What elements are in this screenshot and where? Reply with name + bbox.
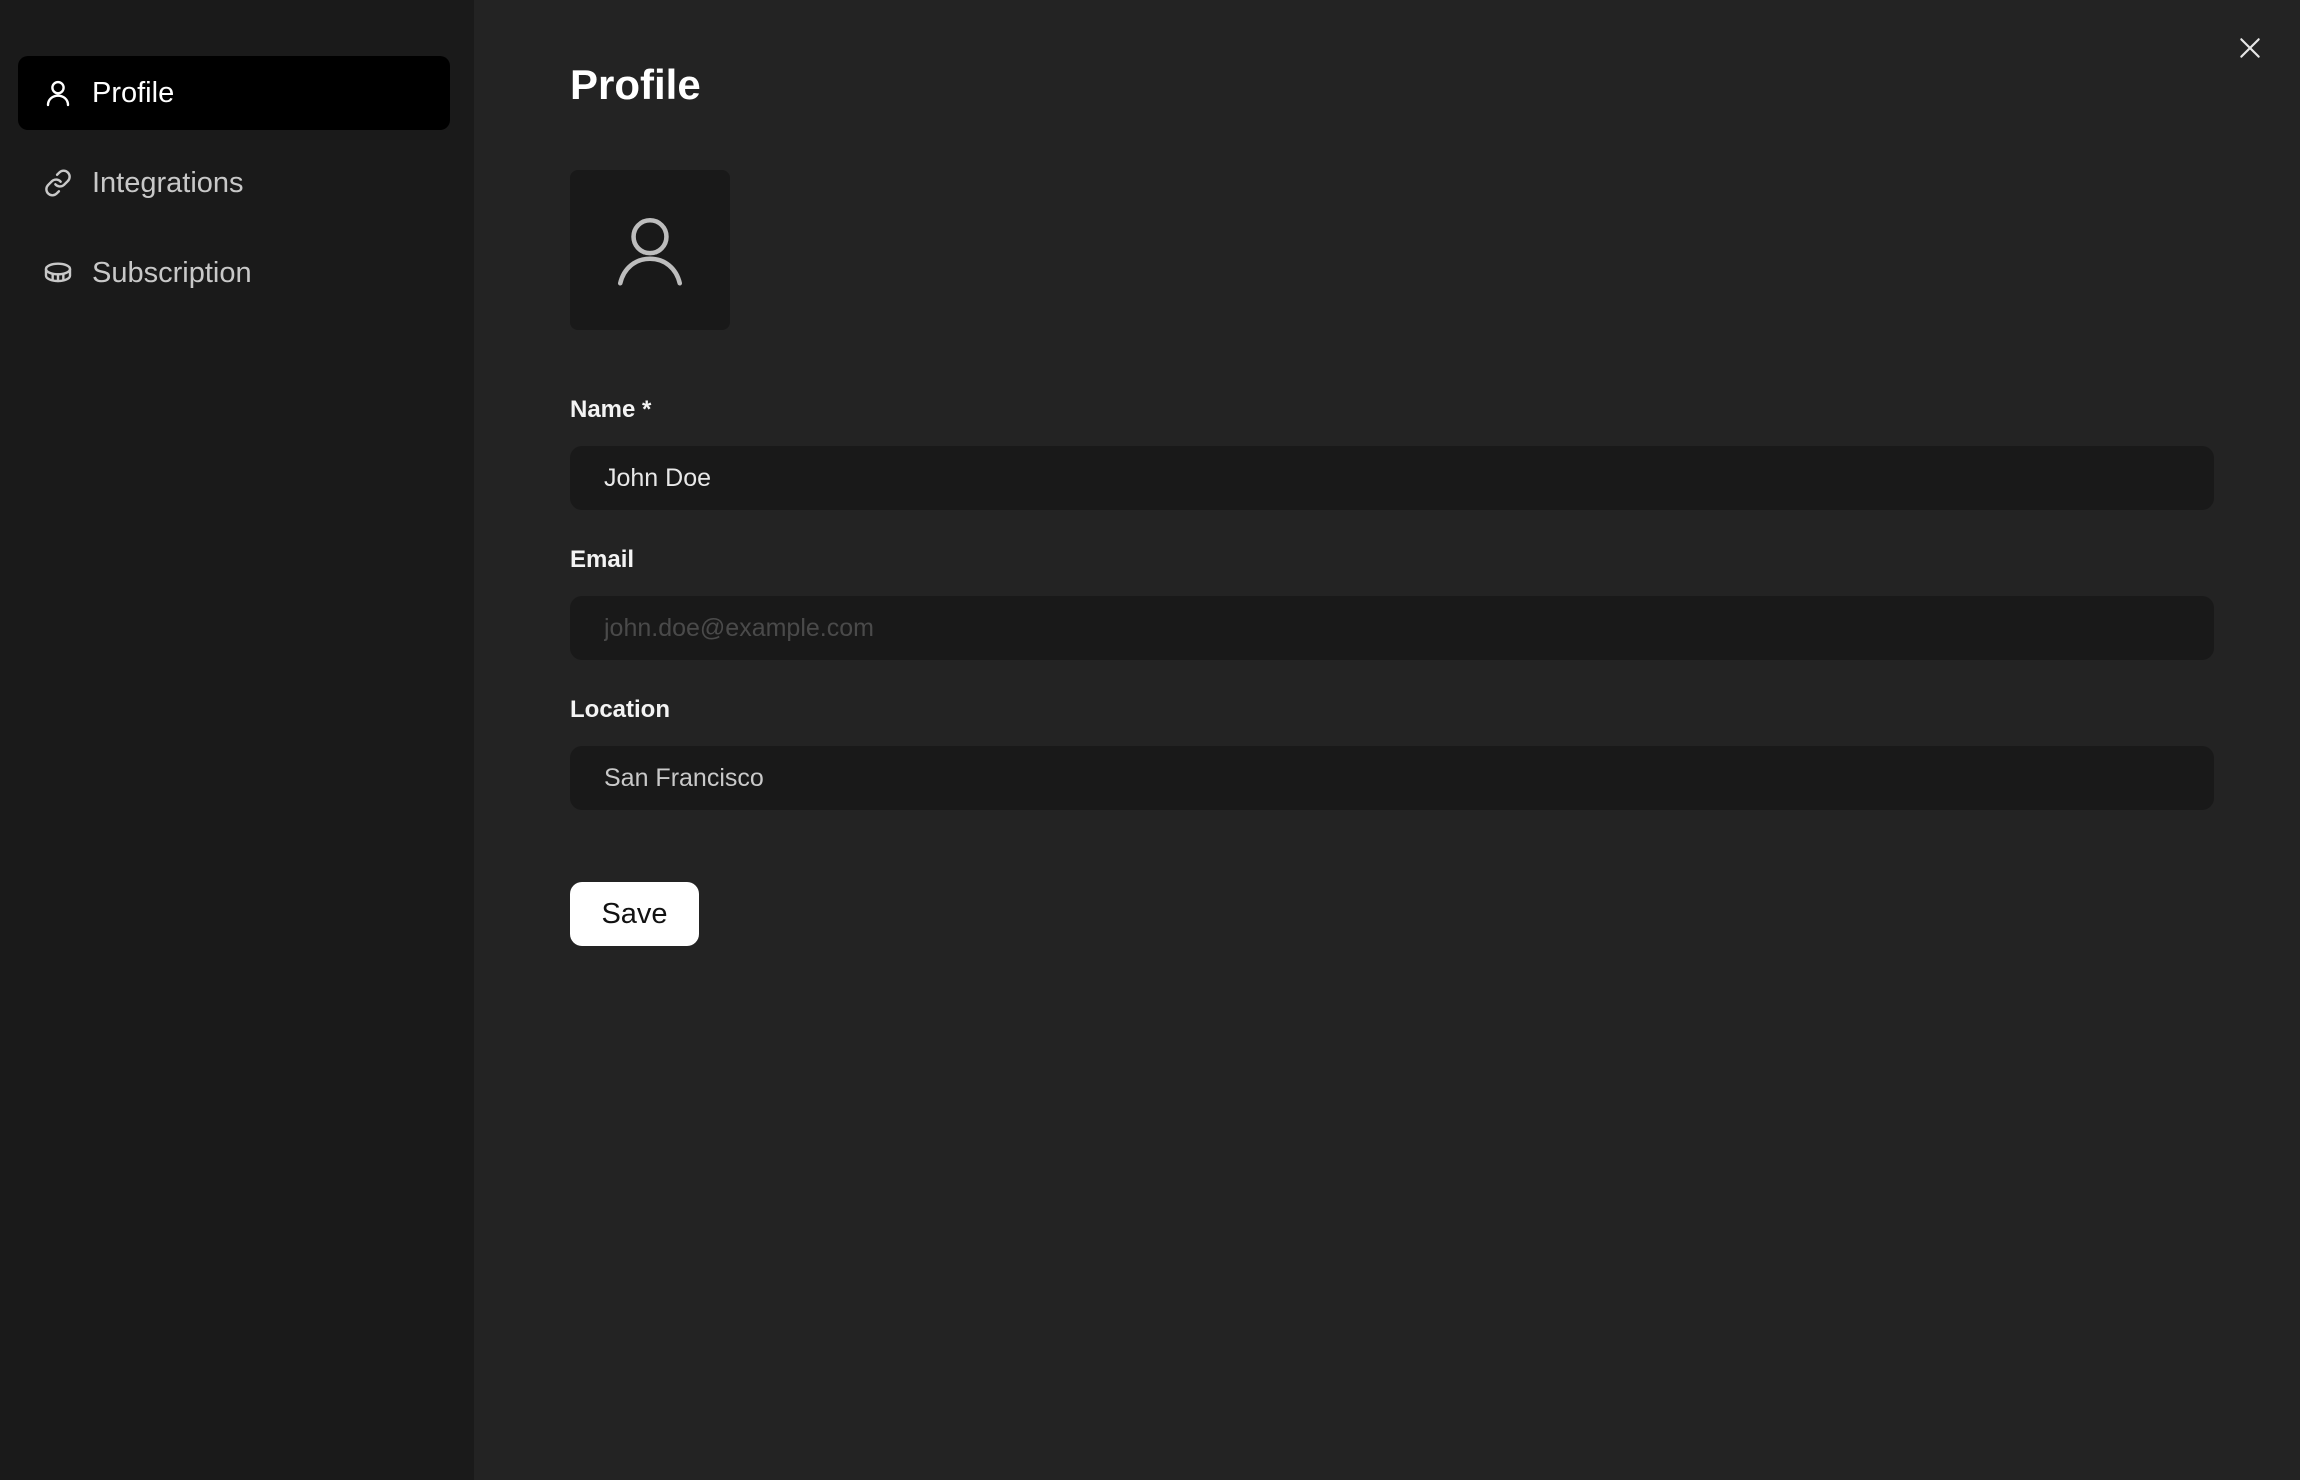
location-field-group: Location	[570, 696, 2214, 810]
sidebar-item-integrations[interactable]: Integrations	[18, 146, 450, 220]
coin-icon	[42, 257, 74, 289]
sidebar-item-label: Subscription	[92, 256, 252, 289]
email-field[interactable]	[570, 596, 2214, 660]
email-label: Email	[570, 546, 635, 573]
sidebar-item-subscription[interactable]: Subscription	[18, 236, 450, 310]
name-label: Name *	[570, 396, 652, 423]
link-icon	[42, 167, 74, 199]
settings-dialog: Profile Integrations Subscription Profil…	[0, 0, 2300, 1480]
email-field-group: Email	[570, 546, 2214, 660]
close-button[interactable]	[2232, 30, 2268, 66]
location-field[interactable]	[570, 746, 2214, 810]
location-label: Location	[570, 696, 670, 723]
close-icon	[2240, 38, 2260, 58]
profile-panel: Profile Name * Email Location Save	[474, 0, 2300, 1480]
avatar[interactable]	[570, 170, 730, 330]
page-title: Profile	[570, 61, 701, 108]
sidebar-item-profile[interactable]: Profile	[18, 56, 450, 130]
name-field-group: Name *	[570, 396, 2214, 510]
name-field[interactable]	[570, 446, 2214, 510]
save-button[interactable]: Save	[570, 882, 699, 946]
sidebar-item-label: Profile	[92, 76, 175, 109]
settings-sidebar: Profile Integrations Subscription	[0, 0, 474, 1480]
sidebar-item-label: Integrations	[92, 166, 244, 199]
user-icon	[42, 77, 74, 109]
user-avatar-icon	[617, 217, 683, 286]
